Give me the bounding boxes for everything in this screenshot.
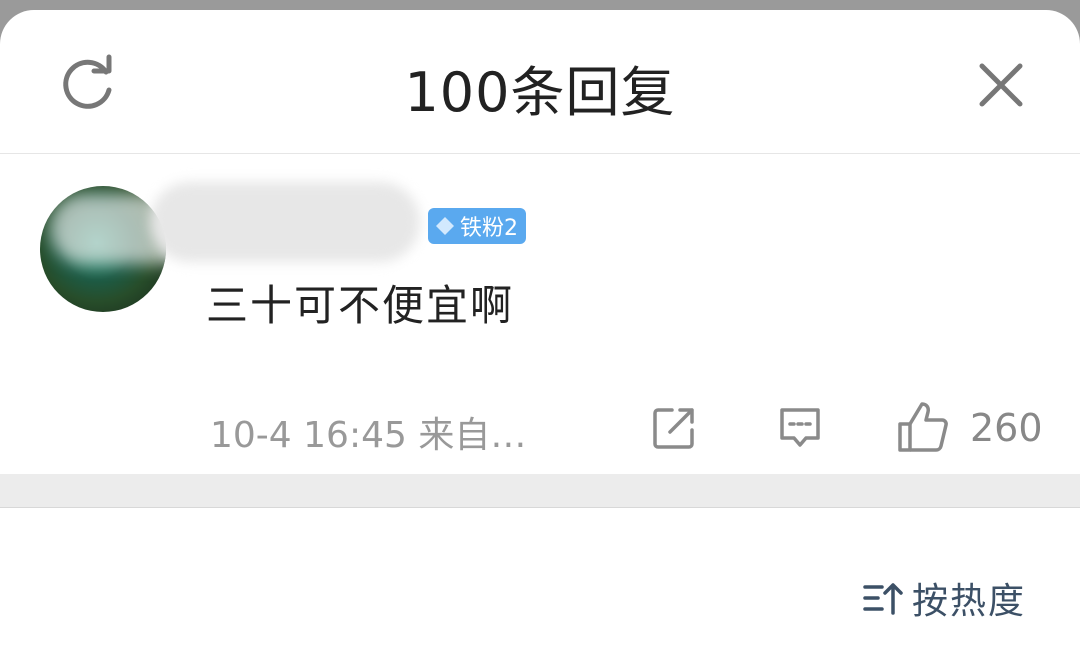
avatar[interactable]: [40, 186, 166, 312]
sheet-header: 100条回复: [0, 10, 1080, 154]
comment-item: 铁粉2 三十可不便宜啊 10-4 16:45 来自… 260: [0, 154, 1080, 474]
comment-source[interactable]: 来自…: [418, 415, 526, 456]
divider-band: [0, 474, 1080, 508]
share-icon[interactable]: [650, 404, 698, 452]
like-icon[interactable]: [896, 400, 950, 454]
like-count: 260: [970, 406, 1043, 450]
comment-text: 三十可不便宜啊: [206, 281, 515, 330]
close-icon[interactable]: [970, 54, 1032, 116]
replies-sheet: 100条回复 铁粉2 三十可不便宜啊 10-4 16:45 来自… 260 按热…: [0, 10, 1080, 672]
badge-label: 铁粉2: [460, 216, 518, 241]
comment-time: 10-4 16:45: [210, 415, 407, 456]
comment-meta: 10-4 16:45 来自…: [210, 406, 526, 458]
sort-icon: [863, 583, 903, 615]
username-redacted[interactable]: [150, 182, 420, 262]
fan-badge[interactable]: 铁粉2: [428, 208, 526, 244]
comment-icon[interactable]: [776, 404, 824, 452]
sort-label: 按热度: [912, 581, 1027, 622]
page-title: 100条回复: [404, 61, 676, 124]
sort-by-hot-button[interactable]: 按热度: [862, 572, 1026, 624]
diamond-icon: [436, 217, 454, 235]
